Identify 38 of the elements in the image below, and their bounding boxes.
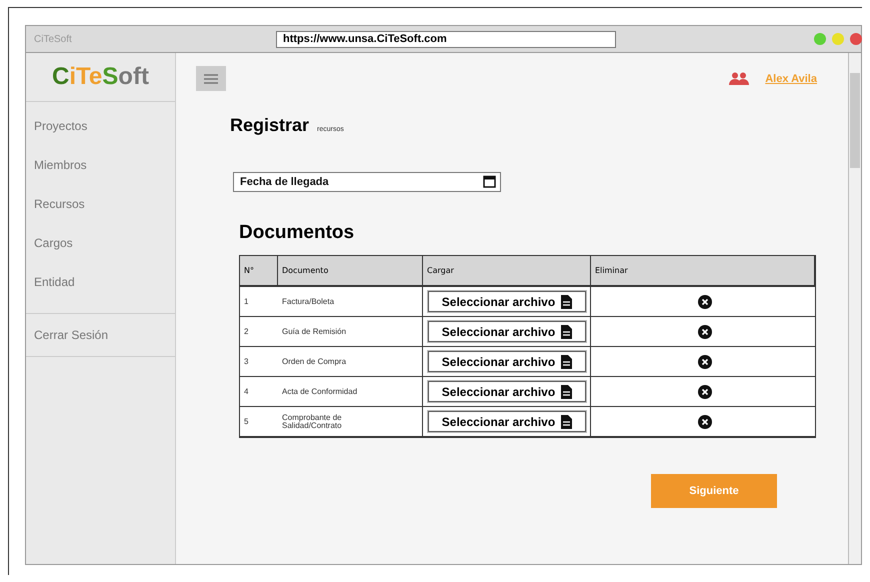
column-header: Documento <box>278 256 423 287</box>
sidebar-item[interactable]: Cargos <box>26 231 175 270</box>
logout-link[interactable]: Cerrar Sesión <box>26 314 175 357</box>
tab-title: CiTeSoft <box>34 34 73 44</box>
logo: CiTeSoft <box>26 53 175 102</box>
page-title: Registrar <box>230 115 310 136</box>
user-link[interactable]: Alex Avila <box>765 72 817 84</box>
section-title: Documentos <box>239 222 356 244</box>
column-header: N° <box>240 256 278 287</box>
next-button[interactable]: Siguiente <box>651 474 777 508</box>
calendar-icon[interactable] <box>483 175 496 188</box>
delete-icon[interactable] <box>698 384 712 398</box>
sidebar-item[interactable]: Miembros <box>26 153 175 192</box>
delete-icon[interactable] <box>698 414 712 428</box>
sidebar-item[interactable]: Proyectos <box>26 114 175 153</box>
sidebar-item[interactable]: Recursos <box>26 192 175 231</box>
delete-icon[interactable] <box>698 324 712 338</box>
menu-icon <box>204 74 218 84</box>
file-select-button[interactable]: Seleccionar archivo <box>428 351 586 372</box>
file-select-button[interactable]: Seleccionar archivo <box>428 381 586 402</box>
users-icon <box>729 72 750 86</box>
url-field[interactable]: https://www.unsa.CiTeSoft.com <box>276 30 616 48</box>
delete-icon[interactable] <box>698 354 712 368</box>
document-icon <box>561 324 572 338</box>
file-select-button[interactable]: Seleccionar archivo <box>428 321 586 342</box>
document-icon <box>561 384 572 398</box>
document-icon <box>561 414 572 428</box>
file-select-button[interactable]: Seleccionar archivo <box>428 291 586 312</box>
window-button[interactable] <box>850 33 862 45</box>
menu-button[interactable] <box>196 66 226 91</box>
document-icon <box>561 294 572 308</box>
sidebar-item[interactable]: Entidad <box>26 270 175 309</box>
date-field[interactable]: Fecha de llegada <box>233 172 501 192</box>
file-select-button[interactable]: Seleccionar archivo <box>428 411 586 432</box>
document-icon <box>561 354 572 368</box>
column-header: Eliminar <box>591 256 815 287</box>
column-header: Cargar <box>423 256 591 287</box>
delete-icon[interactable] <box>698 294 712 308</box>
